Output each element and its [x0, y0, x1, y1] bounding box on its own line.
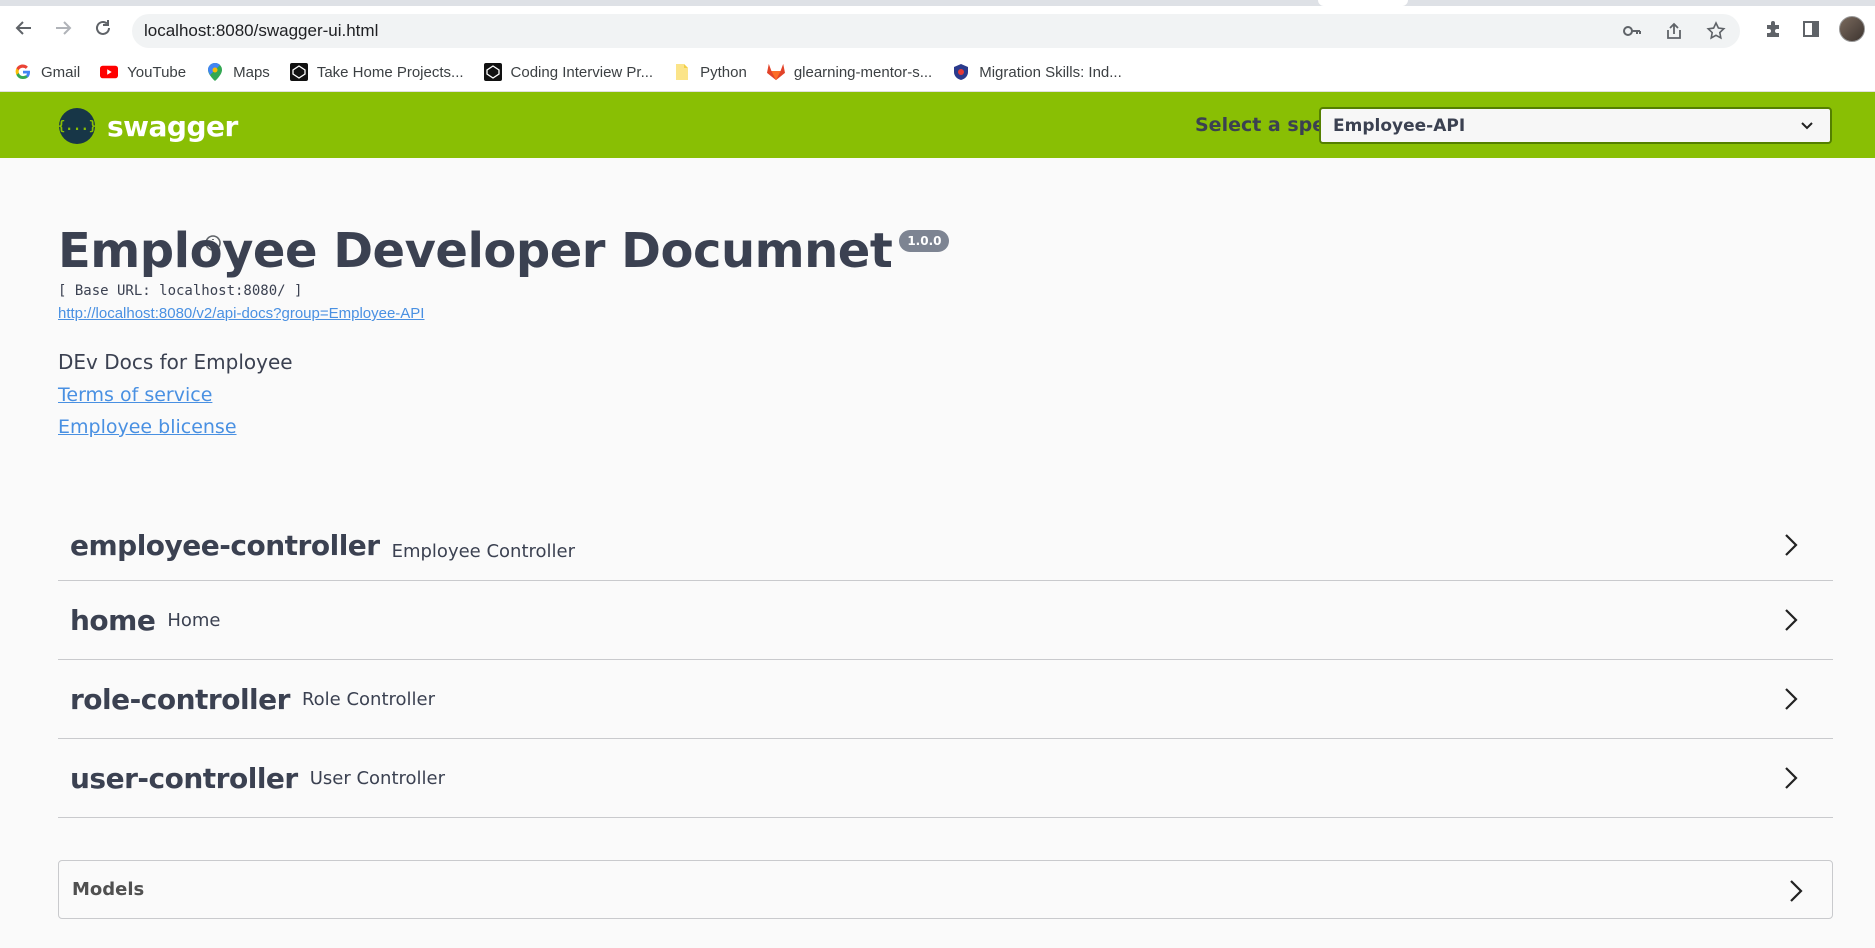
- bookmark-glearning[interactable]: glearning-mentor-s...: [766, 63, 933, 81]
- bookmark-take-home-projects[interactable]: Take Home Projects...: [289, 63, 464, 81]
- bookmark-python[interactable]: Python: [673, 63, 747, 81]
- bookmark-coding-interview[interactable]: Coding Interview Pr...: [483, 63, 654, 81]
- google-icon: [14, 63, 32, 81]
- tag-name: user-controller: [70, 761, 298, 795]
- bookmark-label: Coding Interview Pr...: [510, 63, 654, 81]
- side-panel-icon[interactable]: [1801, 19, 1821, 39]
- omnibox-actions: [1622, 14, 1726, 48]
- active-tab-indicator: [1318, 0, 1408, 6]
- folder-icon: [673, 63, 691, 81]
- forward-button[interactable]: [51, 16, 75, 40]
- back-button[interactable]: [12, 16, 36, 40]
- gitlab-icon: [766, 63, 785, 81]
- base-url: [ Base URL: localhost:8080/ ]: [58, 283, 303, 299]
- bookmark-label: Python: [700, 63, 747, 81]
- forward-arrow-icon: [56, 21, 72, 35]
- tag-name: role-controller: [70, 682, 290, 716]
- extensions-area: [1763, 16, 1865, 42]
- swagger-logo[interactable]: {...} swagger: [57, 108, 238, 144]
- chevron-right-icon[interactable]: [1783, 532, 1799, 558]
- swagger-topbar: {...} swagger Select a spec Employee-API: [0, 92, 1875, 158]
- models-section[interactable]: Models: [58, 860, 1833, 919]
- models-title: Models: [72, 879, 145, 900]
- address-bar-url[interactable]: localhost:8080/swagger-ui.html: [144, 21, 378, 41]
- title-row: Employee Developer Documnet 1.0.0: [58, 220, 1838, 282]
- key-icon[interactable]: [1622, 21, 1642, 41]
- logo-glyph: {...}: [57, 118, 97, 134]
- tag-name: employee-controller: [70, 529, 380, 562]
- bookmark-label: Take Home Projects...: [316, 63, 464, 81]
- youtube-icon: [100, 63, 119, 81]
- swagger-logo-text: swagger: [107, 109, 238, 143]
- address-bar[interactable]: localhost:8080/swagger-ui.html: [132, 14, 1740, 251]
- profile-avatar[interactable]: [1839, 16, 1865, 42]
- browser-toolbar: localhost:8080/swagger-ui.html: [0, 0, 1875, 251]
- page-title: Employee Developer Documnet: [58, 223, 893, 279]
- tag-description: Employee Controller: [391, 541, 576, 562]
- chevron-right-icon[interactable]: [1788, 878, 1804, 904]
- operation-tags: employee-controller Employee Controller …: [58, 518, 1833, 818]
- tag-user-controller[interactable]: user-controller User Controller: [58, 739, 1833, 818]
- chevron-down-icon: [1801, 122, 1813, 130]
- bookmark-migration-skills[interactable]: Migration Skills: Ind...: [952, 63, 1122, 81]
- version-badge: 1.0.0: [899, 230, 950, 252]
- api-info: Employee Developer Documnet 1.0.0 [ Base…: [58, 220, 1838, 438]
- star-icon[interactable]: [1706, 21, 1726, 41]
- maps-icon: [206, 63, 224, 81]
- tag-home[interactable]: home Home: [58, 581, 1833, 660]
- bookmark-youtube[interactable]: YouTube: [100, 63, 186, 81]
- bookmark-label: Migration Skills: Ind...: [979, 63, 1122, 81]
- spec-select-label: Select a spec: [1195, 114, 1337, 136]
- bookmarks-bar: Gmail YouTube Maps Take Home Projects...…: [0, 53, 1875, 92]
- api-docs-link[interactable]: http://localhost:8080/v2/api-docs?group=…: [58, 305, 424, 322]
- spec-select-value: Employee-API: [1333, 115, 1466, 136]
- chevron-right-icon[interactable]: [1783, 607, 1799, 633]
- license-link[interactable]: Employee blicense: [58, 416, 1838, 438]
- tag-description: Role Controller: [301, 688, 436, 710]
- bookmark-gmail[interactable]: Gmail: [14, 63, 80, 81]
- terms-of-service-link[interactable]: Terms of service: [58, 384, 1838, 406]
- tag-description: User Controller: [309, 767, 446, 789]
- tag-name: home: [70, 603, 156, 637]
- codepen-icon: [483, 63, 502, 81]
- shield-icon: [952, 63, 970, 81]
- chevron-right-icon[interactable]: [1783, 765, 1799, 791]
- bookmark-maps[interactable]: Maps: [206, 63, 270, 81]
- back-arrow-icon: [15, 21, 31, 35]
- chevron-right-icon[interactable]: [1783, 686, 1799, 712]
- bookmark-label: YouTube: [127, 63, 187, 81]
- tag-description: Home: [167, 609, 221, 631]
- spec-select[interactable]: Employee-API: [1319, 107, 1832, 144]
- swagger-logo-icon: {...}: [57, 108, 97, 144]
- api-description: DEv Docs for Employee: [58, 350, 293, 374]
- bookmark-label: glearning-mentor-s...: [793, 63, 933, 81]
- codepen-icon: [289, 63, 308, 81]
- bookmark-label: Gmail: [41, 63, 81, 81]
- reload-icon: [96, 20, 110, 35]
- share-icon[interactable]: [1664, 21, 1684, 41]
- bookmark-label: Maps: [233, 63, 270, 81]
- reload-button[interactable]: [91, 16, 115, 40]
- puzzle-icon[interactable]: [1763, 19, 1783, 39]
- tag-role-controller[interactable]: role-controller Role Controller: [58, 660, 1833, 739]
- tag-employee-controller[interactable]: employee-controller Employee Controller: [58, 518, 1833, 581]
